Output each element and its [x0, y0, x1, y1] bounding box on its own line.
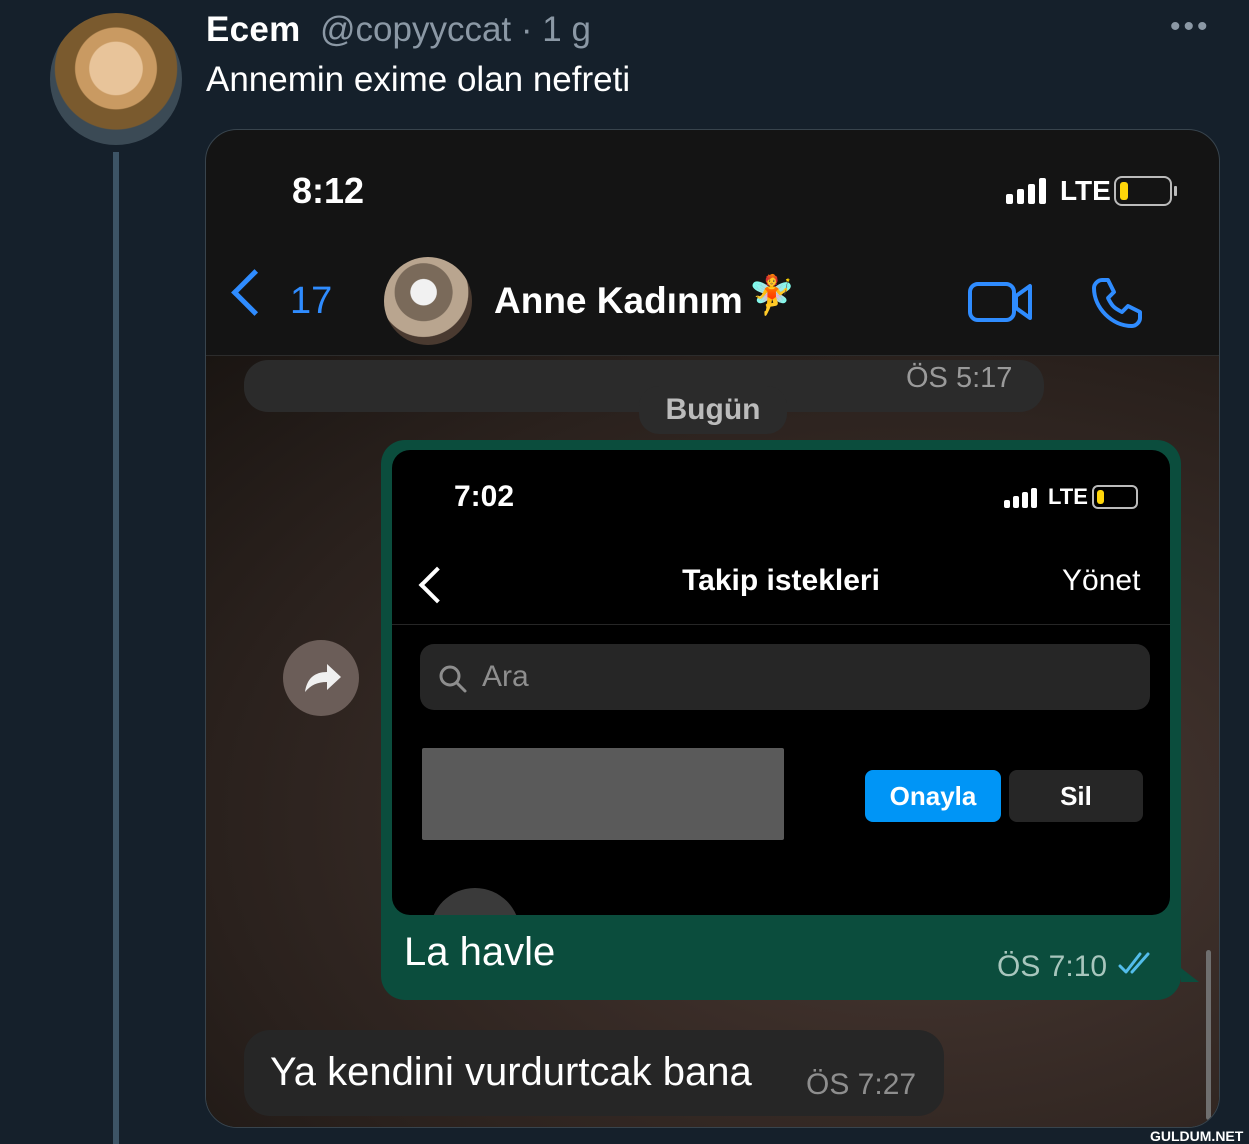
approve-button: Onayla [865, 770, 1001, 822]
embedded-screenshot[interactable]: 7:02 LTE Takip istekleri Yönet Ara Onayl… [392, 450, 1170, 915]
forward-button[interactable] [283, 640, 359, 716]
chat-header: 17 Anne Kadınım 🧚 [206, 250, 1219, 356]
author-handle-time[interactable]: @copyyccat · 1 g [320, 10, 591, 50]
previous-message-time: ÖS 5:17 [906, 362, 1013, 394]
manage-link: Yönet [1062, 564, 1141, 597]
network-label: LTE [1060, 175, 1111, 206]
forward-arrow-icon [305, 664, 341, 692]
author-name[interactable]: Ecem [206, 10, 301, 50]
contact-name[interactable]: Anne Kadınım [494, 280, 743, 322]
tweet-media-image[interactable]: 8:12 LTE 17 Anne Kadınım 🧚 ÖS 5:17 Bugün… [205, 129, 1220, 1128]
read-receipt-icon [1118, 952, 1150, 974]
status-bar: 8:12 LTE [206, 130, 1219, 250]
inner-status-time: 7:02 [454, 480, 515, 513]
inner-divider [392, 624, 1170, 625]
tweet-text: Annemin exime olan nefreti [206, 60, 631, 99]
thread-line [113, 152, 119, 1144]
more-options-icon[interactable]: ••• [1170, 10, 1211, 44]
phone-call-icon[interactable] [1090, 276, 1144, 330]
next-request-avatar [430, 888, 520, 915]
unread-count[interactable]: 17 [290, 280, 332, 323]
censored-username-block [422, 748, 784, 840]
site-watermark: GULDUM.NET [1150, 1128, 1244, 1144]
video-call-icon[interactable] [968, 280, 1034, 324]
search-placeholder: Ara [482, 660, 529, 693]
battery-icon [1114, 176, 1177, 206]
sent-message-time: ÖS 7:10 [997, 950, 1108, 983]
status-time: 8:12 [292, 170, 365, 211]
inner-battery-icon [1092, 485, 1138, 509]
author-avatar[interactable] [50, 13, 182, 145]
scrollbar[interactable] [1206, 950, 1211, 1120]
received-message-time: ÖS 7:27 [806, 1068, 917, 1101]
contact-avatar[interactable] [384, 257, 472, 345]
bubble-tail [1181, 968, 1199, 982]
search-icon [439, 665, 467, 693]
follow-requests-title: Takip istekleri [682, 564, 880, 597]
back-chevron-icon[interactable] [231, 269, 278, 316]
inner-signal-icon [1004, 488, 1037, 508]
received-message-text: Ya kendini vurdurtcak bana [270, 1050, 752, 1094]
sent-message-text: La havle [404, 930, 556, 974]
delete-button: Sil [1009, 770, 1143, 822]
inner-network-label: LTE [1048, 484, 1088, 509]
date-separator: Bugün [639, 386, 787, 434]
signal-icon [1006, 178, 1046, 204]
fairy-emoji: 🧚 [748, 275, 796, 317]
inner-search-box: Ara [420, 644, 1150, 710]
